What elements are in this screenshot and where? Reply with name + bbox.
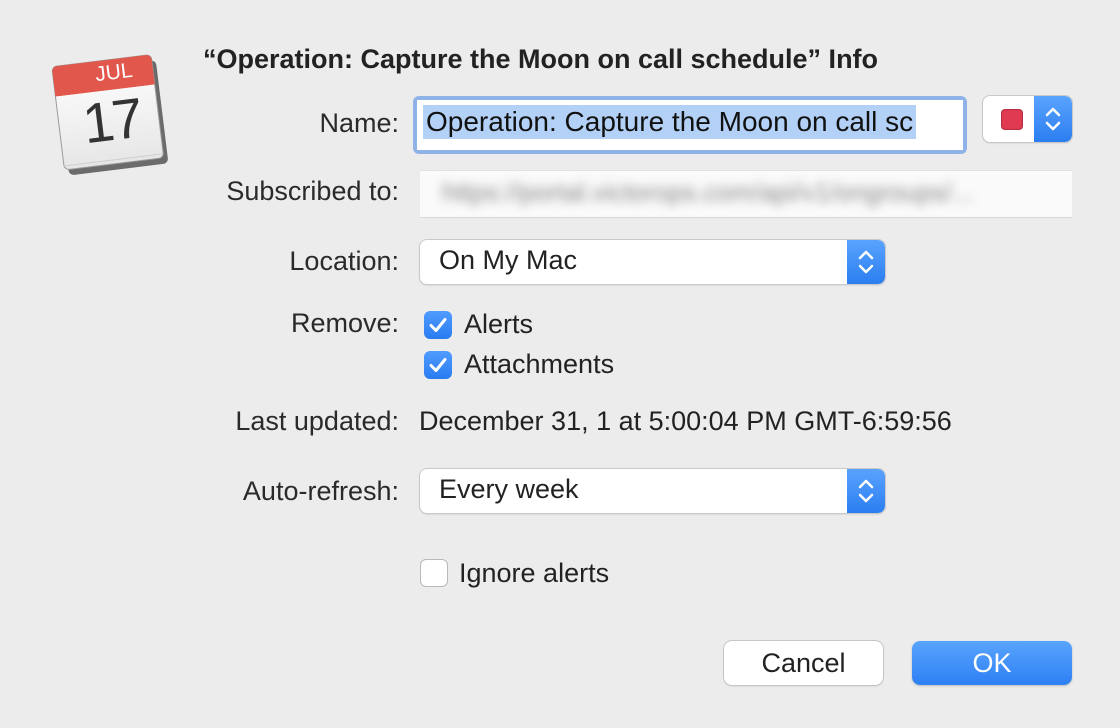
name-label: Name: [319, 108, 399, 138]
subscribed-url-field[interactable]: https://portal.victorops.com/api/v1/ongr… [420, 170, 1072, 218]
subscribed-label: Subscribed to: [226, 176, 399, 206]
last-updated-value: December 31, 1 at 5:00:04 PM GMT-6:59:56 [419, 406, 952, 436]
chevron-updown-icon [1034, 96, 1072, 142]
dialog-title: “Operation: Capture the Moon on call sch… [203, 44, 879, 74]
last-updated-label: Last updated: [235, 406, 399, 436]
color-popup[interactable] [983, 96, 1072, 142]
calendar-day: 17 [79, 85, 145, 156]
calendar-icon: JUL 17 [48, 52, 172, 176]
alerts-checkbox[interactable] [424, 311, 452, 339]
autorefresh-value: Every week [439, 474, 579, 504]
ignore-alerts-label[interactable]: Ignore alerts [459, 558, 609, 589]
autorefresh-label: Auto-refresh: [242, 476, 399, 506]
name-value: Operation: Capture the Moon on call sc [423, 105, 917, 139]
ok-button[interactable]: OK [912, 641, 1072, 685]
checkmark-icon [429, 318, 447, 332]
chevron-updown-icon [847, 240, 885, 284]
location-value: On My Mac [439, 245, 578, 275]
attachments-checkbox[interactable] [424, 351, 452, 379]
subscribed-url: https://portal.victorops.com/api/v1/ongr… [442, 177, 974, 207]
ignore-alerts-checkbox[interactable] [420, 559, 448, 587]
alerts-label[interactable]: Alerts [464, 309, 533, 340]
location-popup[interactable]: On My Mac [420, 240, 885, 284]
autorefresh-popup[interactable]: Every week [420, 469, 885, 513]
remove-label: Remove: [290, 308, 399, 338]
checkmark-icon [429, 358, 447, 372]
chevron-updown-icon [847, 469, 885, 513]
name-field[interactable]: Operation: Capture the Moon on call sc [413, 96, 967, 154]
attachments-label[interactable]: Attachments [464, 349, 614, 380]
color-swatch [1001, 109, 1023, 130]
cancel-button[interactable]: Cancel [724, 641, 883, 685]
location-label: Location: [289, 246, 399, 276]
